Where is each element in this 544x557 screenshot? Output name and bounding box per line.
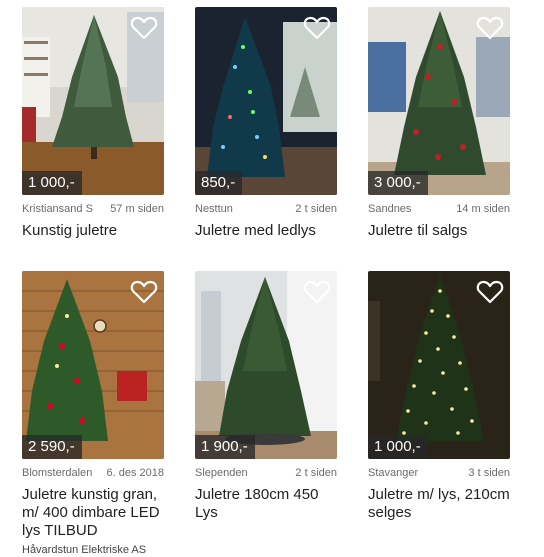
listing-title[interactable]: Juletre m/ lys, 210cm selges — [368, 486, 510, 522]
listing-title[interactable]: Juletre til salgs — [368, 222, 510, 240]
listing-card[interactable]: 1 000,- Stavanger 3 t siden Juletre m/ l… — [368, 271, 510, 522]
seller-name: Håvardstun Elektriske AS — [22, 544, 147, 556]
listing-card[interactable]: 3 000,- Sandnes 14 m siden Juletre til s… — [368, 7, 510, 240]
heart-outline-icon[interactable] — [303, 279, 331, 305]
listing-image[interactable]: 850,- — [195, 7, 337, 195]
location-label: Kristiansand S — [22, 203, 93, 215]
listing-title[interactable]: Juletre med ledlys — [195, 222, 337, 240]
listing-card[interactable]: 1 900,- Slependen 2 t siden Juletre 180c… — [195, 271, 337, 522]
heart-outline-icon[interactable] — [476, 279, 504, 305]
heart-outline-icon[interactable] — [303, 15, 331, 41]
listing-title[interactable]: Juletre kunstig gran, m/ 400 dimbare LED… — [22, 486, 164, 540]
listing-card[interactable]: 1 000,- Kristiansand S 57 m siden Kunsti… — [22, 7, 164, 240]
listing-image[interactable]: 1 900,- — [195, 271, 337, 459]
location-label: Nesttun — [195, 203, 233, 215]
listing-title[interactable]: Kunstig juletre — [22, 222, 164, 240]
listing-image[interactable]: 3 000,- — [368, 7, 510, 195]
price-badge: 2 590,- — [22, 435, 82, 459]
price-badge: 1 900,- — [195, 435, 255, 459]
time-label: 3 t siden — [468, 467, 510, 479]
location-label: Sandnes — [368, 203, 412, 215]
listing-card[interactable]: 2 590,- Blomsterdalen 6. des 2018 Juletr… — [22, 271, 164, 556]
heart-outline-icon[interactable] — [130, 279, 158, 305]
price-badge: 1 000,- — [368, 435, 428, 459]
listing-image[interactable]: 1 000,- — [22, 7, 164, 195]
listing-card[interactable]: 850,- Nesttun 2 t siden Juletre med ledl… — [195, 7, 337, 240]
price-badge: 3 000,- — [368, 171, 428, 195]
time-label: 57 m siden — [110, 203, 164, 215]
heart-outline-icon[interactable] — [476, 15, 504, 41]
location-label: Stavanger — [368, 467, 419, 479]
time-label: 6. des 2018 — [106, 467, 165, 479]
price-badge: 850,- — [195, 171, 243, 195]
price-badge: 1 000,- — [22, 171, 82, 195]
time-label: 2 t siden — [295, 203, 337, 215]
time-label: 14 m siden — [456, 203, 510, 215]
listing-image[interactable]: 2 590,- — [22, 271, 164, 459]
location-label: Blomsterdalen — [22, 467, 93, 479]
location-label: Slependen — [195, 467, 248, 479]
time-label: 2 t siden — [295, 467, 337, 479]
listing-title[interactable]: Juletre 180cm 450 Lys — [195, 486, 337, 522]
listing-image[interactable]: 1 000,- — [368, 271, 510, 459]
heart-outline-icon[interactable] — [130, 15, 158, 41]
